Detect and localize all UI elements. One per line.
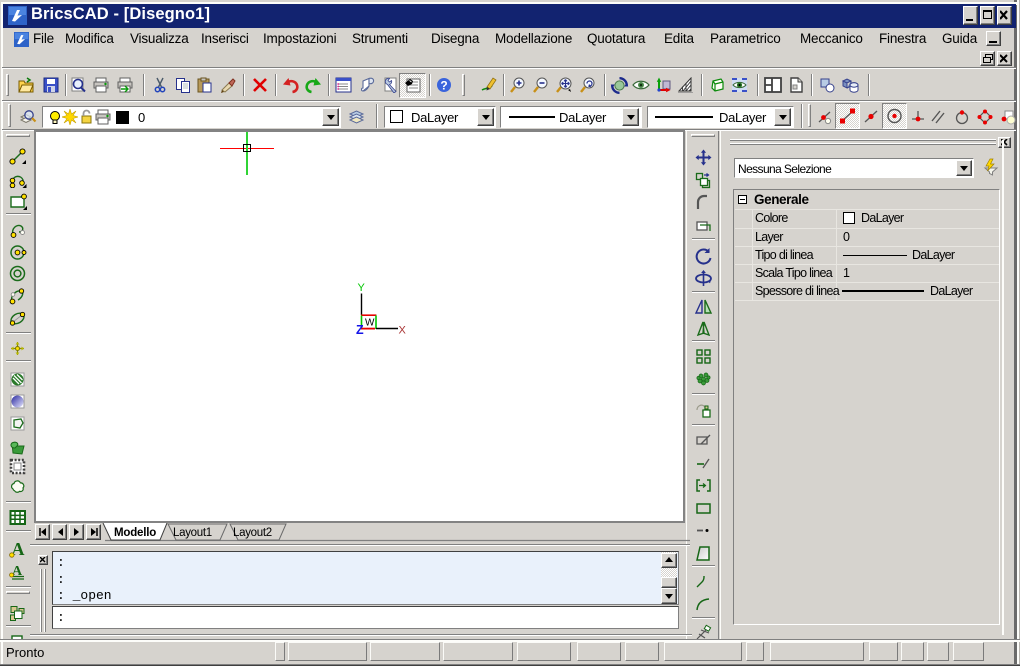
svg-text:Z: Z xyxy=(356,323,364,337)
svg-text:W: W xyxy=(365,318,375,329)
svg-text:Layout1: Layout1 xyxy=(173,527,212,539)
svg-text:Y: Y xyxy=(358,282,366,294)
svg-text:X: X xyxy=(399,325,407,337)
svg-text:Modello: Modello xyxy=(114,527,156,539)
svg-text:?: ? xyxy=(440,79,447,93)
svg-text:Layout2: Layout2 xyxy=(233,527,272,539)
